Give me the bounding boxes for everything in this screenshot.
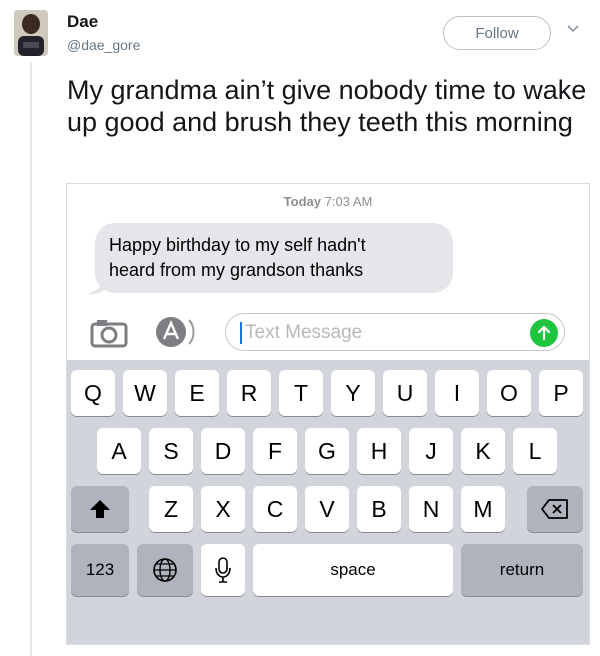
text-message-field[interactable] — [225, 313, 565, 351]
timestamp-time: 7:03 AM — [324, 194, 373, 209]
globe-icon — [153, 558, 177, 582]
key-y[interactable]: Y — [331, 370, 375, 416]
key-d[interactable]: D — [201, 428, 245, 474]
shift-icon — [90, 500, 110, 518]
microphone-key[interactable] — [201, 544, 245, 596]
key-a[interactable]: A — [97, 428, 141, 474]
space-key[interactable]: space — [253, 544, 453, 596]
key-j[interactable]: J — [409, 428, 453, 474]
key-n[interactable]: N — [409, 486, 453, 532]
thread-line — [30, 62, 32, 656]
message-timestamp: Today 7:03 AM — [67, 194, 589, 209]
message-input-bar — [67, 310, 589, 356]
key-b[interactable]: B — [357, 486, 401, 532]
key-h[interactable]: H — [357, 428, 401, 474]
avatar[interactable] — [14, 10, 48, 56]
app-store-icon[interactable] — [153, 314, 203, 350]
key-o[interactable]: O — [487, 370, 531, 416]
key-w[interactable]: W — [123, 370, 167, 416]
shift-key[interactable] — [71, 486, 129, 532]
backspace-icon — [541, 499, 568, 519]
message-line-1: Happy birthday to my self hadn't — [109, 235, 366, 255]
camera-icon[interactable] — [89, 316, 129, 348]
key-z[interactable]: Z — [149, 486, 193, 532]
microphone-icon — [215, 557, 231, 583]
key-r[interactable]: R — [227, 370, 271, 416]
tweet-media-screenshot[interactable]: Today 7:03 AM Happy birthday to my self … — [66, 183, 590, 645]
key-l[interactable]: L — [513, 428, 557, 474]
tweet-text: My grandma ain’t give nobody time to wak… — [67, 75, 587, 137]
key-k[interactable]: K — [461, 428, 505, 474]
key-g[interactable]: G — [305, 428, 349, 474]
send-button[interactable] — [530, 319, 558, 347]
key-x[interactable]: X — [201, 486, 245, 532]
key-u[interactable]: U — [383, 370, 427, 416]
backspace-key[interactable] — [527, 486, 583, 532]
key-v[interactable]: V — [305, 486, 349, 532]
key-m[interactable]: M — [461, 486, 505, 532]
author-name[interactable]: Dae — [67, 12, 98, 32]
key-p[interactable]: P — [539, 370, 583, 416]
keyboard: Q W E R T Y U I O P A S D F G H J K L Z … — [67, 360, 589, 644]
numbers-key[interactable]: 123 — [71, 544, 129, 596]
globe-key[interactable] — [137, 544, 193, 596]
chevron-down-icon[interactable] — [566, 22, 580, 36]
key-t[interactable]: T — [279, 370, 323, 416]
text-cursor — [240, 322, 242, 344]
timestamp-day: Today — [283, 194, 321, 209]
key-s[interactable]: S — [149, 428, 193, 474]
key-c[interactable]: C — [253, 486, 297, 532]
text-message-input[interactable] — [243, 319, 517, 347]
return-key[interactable]: return — [461, 544, 583, 596]
key-f[interactable]: F — [253, 428, 297, 474]
key-i[interactable]: I — [435, 370, 479, 416]
author-handle[interactable]: @dae_gore — [67, 37, 140, 53]
message-line-2: heard from my grandson thanks — [109, 260, 364, 280]
follow-button[interactable]: Follow — [443, 16, 551, 50]
send-arrow-icon — [537, 325, 551, 341]
incoming-message-bubble: Happy birthday to my self hadn't heard f… — [95, 223, 453, 293]
key-q[interactable]: Q — [71, 370, 115, 416]
key-e[interactable]: E — [175, 370, 219, 416]
